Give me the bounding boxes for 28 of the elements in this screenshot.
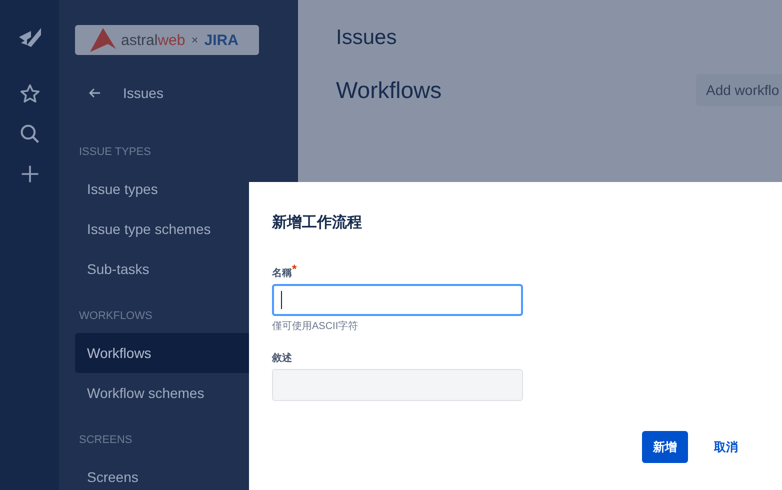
sidebar-item[interactable]: Issue type schemes [75, 209, 249, 249]
section-heading: SCREENS [79, 434, 134, 447]
separator-text: × [191, 33, 198, 47]
section-heading: ISSUE TYPES [79, 146, 152, 159]
input-field[interactable] [272, 284, 523, 316]
breadcrumb-title[interactable]: Issues [336, 26, 782, 50]
search-icon[interactable] [18, 123, 40, 145]
sidebar-item[interactable]: Issue types [75, 169, 249, 209]
field-label: 名稱 [272, 266, 292, 280]
sidebar-item[interactable]: Workflows [75, 333, 249, 373]
section-heading: WORKFLOWS [79, 310, 154, 323]
add-workflow-button[interactable]: Add workflo [696, 74, 782, 106]
star-icon[interactable] [18, 83, 40, 105]
sidebar-item[interactable]: Workflow schemes [75, 373, 249, 413]
sidebar-item[interactable]: Screens [75, 457, 249, 490]
sidebar-item[interactable]: Sub-tasks [75, 249, 249, 289]
required-asterisk: * [292, 262, 297, 278]
brand-name: astralweb [121, 32, 186, 48]
back-arrow-icon[interactable] [89, 88, 101, 98]
mountain-logo-icon [89, 27, 117, 53]
help-text: 僅可使用ASCII字符 [272, 320, 360, 333]
cancel-button[interactable]: 取消 [710, 431, 742, 463]
back-link[interactable]: Issues [123, 85, 164, 101]
page-title: Workflows [336, 76, 442, 104]
create-button[interactable]: 新增 [642, 431, 688, 463]
dialog-title: 新增工作流程 [272, 213, 363, 232]
field-label: 敘述 [272, 352, 292, 365]
product-name: JIRA [204, 32, 238, 48]
